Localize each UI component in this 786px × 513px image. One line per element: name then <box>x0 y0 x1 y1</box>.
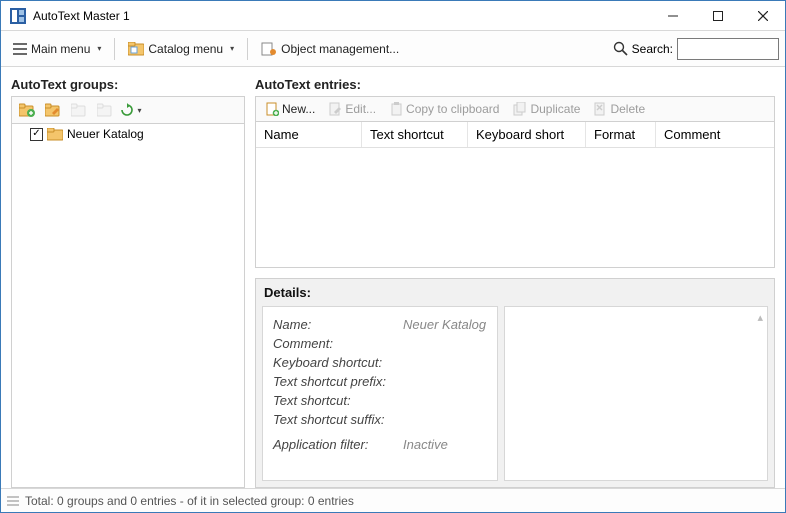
hamburger-icon <box>13 43 27 55</box>
col-comment[interactable]: Comment <box>656 122 774 147</box>
toolbar-separator <box>247 38 248 60</box>
entries-title: AutoText entries: <box>255 75 775 96</box>
edit-entry-button[interactable]: Edit... <box>323 100 382 118</box>
object-management-button[interactable]: Object management... <box>255 38 405 60</box>
col-text-shortcut[interactable]: Text shortcut <box>362 122 468 147</box>
toolbar-separator <box>114 38 115 60</box>
col-keyboard-short[interactable]: Keyboard short <box>468 122 586 147</box>
detail-key-ts: Text shortcut: <box>273 391 403 410</box>
detail-key-tsprefix: Text shortcut prefix: <box>273 372 403 391</box>
main-menu-label: Main menu <box>31 42 90 56</box>
main-menu-button[interactable]: Main menu <box>7 38 107 60</box>
detail-key-kbd: Keyboard shortcut: <box>273 353 403 372</box>
object-mgmt-label: Object management... <box>281 42 399 56</box>
details-preview[interactable]: ▴ <box>504 306 768 481</box>
detail-key-tssuffix: Text shortcut suffix: <box>273 410 403 429</box>
refresh-groups-button[interactable] <box>120 100 142 120</box>
main-body: AutoText groups: <box>1 67 785 488</box>
app-icon <box>9 7 27 25</box>
folder-icon <box>47 128 63 141</box>
entries-table[interactable]: Name Text shortcut Keyboard short Format… <box>255 122 775 268</box>
duplicate-entry-button[interactable]: Duplicate <box>507 100 586 118</box>
window-title: AutoText Master 1 <box>33 9 130 23</box>
scroll-up-icon[interactable]: ▴ <box>757 311 763 324</box>
titlebar: AutoText Master 1 <box>1 1 785 31</box>
statusbar: Total: 0 groups and 0 entries - of it in… <box>1 488 785 512</box>
details-panel: Details: Name:Neuer Katalog Comment: Key… <box>255 278 775 488</box>
detail-val-name: Neuer Katalog <box>403 315 486 334</box>
groups-title: AutoText groups: <box>11 75 245 96</box>
entries-panel: AutoText entries: New... Edit... Copy to… <box>255 75 775 488</box>
col-name[interactable]: Name <box>256 122 362 147</box>
search-icon <box>613 41 628 56</box>
new-entry-label: New... <box>282 102 315 116</box>
catalog-icon <box>128 42 144 56</box>
table-header: Name Text shortcut Keyboard short Format… <box>256 122 774 148</box>
groups-panel: AutoText groups: <box>11 75 245 488</box>
detail-key-appfilter: Application filter: <box>273 435 403 454</box>
details-title: Details: <box>262 283 768 306</box>
new-doc-icon <box>266 102 279 116</box>
col-format[interactable]: Format <box>586 122 656 147</box>
import-group-button[interactable] <box>68 100 90 120</box>
detail-val-appfilter: Inactive <box>403 435 448 454</box>
export-group-button[interactable] <box>94 100 116 120</box>
entries-toolbar: New... Edit... Copy to clipboard Duplica… <box>255 96 775 122</box>
window-controls <box>650 1 785 30</box>
minimize-button[interactable] <box>650 1 695 30</box>
edit-doc-icon <box>329 102 342 116</box>
duplicate-icon <box>513 102 527 116</box>
main-toolbar: Main menu Catalog menu Object management… <box>1 31 785 67</box>
detail-key-comment: Comment: <box>273 334 403 353</box>
app-window: AutoText Master 1 Main menu <box>0 0 786 513</box>
search-input[interactable] <box>677 38 779 60</box>
copy-entry-button[interactable]: Copy to clipboard <box>384 100 505 118</box>
tree-item-label: Neuer Katalog <box>67 127 144 141</box>
edit-entry-label: Edit... <box>345 102 376 116</box>
search-area: Search: <box>613 38 779 60</box>
status-list-icon <box>7 496 19 506</box>
new-group-button[interactable] <box>16 100 38 120</box>
duplicate-entry-label: Duplicate <box>530 102 580 116</box>
details-properties: Name:Neuer Katalog Comment: Keyboard sho… <box>262 306 498 481</box>
tree-item[interactable]: ✓ Neuer Katalog <box>12 124 244 144</box>
maximize-button[interactable] <box>695 1 740 30</box>
groups-toolbar <box>11 96 245 124</box>
status-text: Total: 0 groups and 0 entries - of it in… <box>25 494 354 508</box>
clipboard-icon <box>390 102 403 116</box>
groups-tree[interactable]: ✓ Neuer Katalog <box>11 124 245 488</box>
catalog-menu-label: Catalog menu <box>148 42 223 56</box>
delete-entry-label: Delete <box>610 102 645 116</box>
object-mgmt-icon <box>261 42 277 56</box>
search-label: Search: <box>632 42 673 56</box>
checkbox-icon[interactable]: ✓ <box>30 128 43 141</box>
copy-entry-label: Copy to clipboard <box>406 102 499 116</box>
new-entry-button[interactable]: New... <box>260 100 321 118</box>
delete-doc-icon <box>594 102 607 116</box>
detail-key-name: Name: <box>273 315 403 334</box>
catalog-menu-button[interactable]: Catalog menu <box>122 38 240 60</box>
edit-group-button[interactable] <box>42 100 64 120</box>
close-button[interactable] <box>740 1 785 30</box>
delete-entry-button[interactable]: Delete <box>588 100 651 118</box>
